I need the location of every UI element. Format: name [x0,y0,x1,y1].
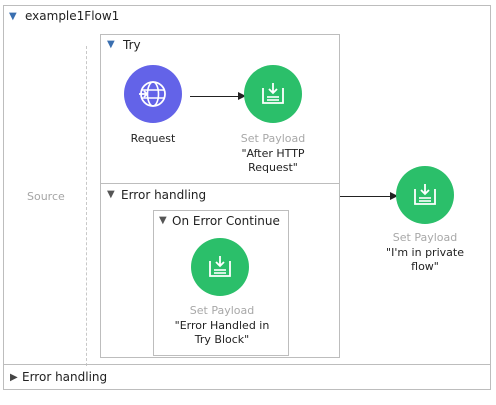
set-payload-private-icon[interactable] [396,166,454,224]
flow-error-handling-label: Error handling [22,370,108,384]
set-payload-icon [262,83,284,104]
flow-error-handling-bar[interactable]: ▶ Error handling [3,364,491,391]
on-error-continue-scope[interactable]: ▼ On Error Continue Set Payload "Error H… [153,210,289,356]
set-payload-icon [209,256,231,277]
set-payload-after-type: Set Payload [240,132,306,145]
globe-icon [139,81,166,107]
try-collapse-caret-icon[interactable]: ▼ [107,39,115,50]
set-payload-after-desc-1: "After HTTP [241,147,305,160]
set-payload-private-desc-2: flow" [411,260,439,273]
set-payload-error-icon[interactable] [191,238,249,296]
try-label: Try [123,38,141,52]
source-divider [86,46,87,366]
connector-request-to-payload [190,96,240,97]
set-payload-error-type: Set Payload [189,304,255,317]
set-payload-error-desc-1: "Error Handled in [174,319,270,332]
error-handling-separator [101,183,339,184]
source-label: Source [27,190,65,203]
set-payload-private-type: Set Payload [392,231,458,244]
request-listener-icon[interactable] [124,65,182,123]
oec-top-dashed-border [154,210,288,211]
flow-container: ▼ example1Flow1 Source ▼ Try Request Set… [3,5,491,390]
error-handling-caret-icon[interactable]: ▼ [107,189,115,200]
flow-header[interactable]: ▼ example1Flow1 [4,6,490,28]
request-type-label: Request [130,132,176,145]
oec-label: On Error Continue [172,214,280,228]
connector-try-to-private-payload [340,196,392,197]
set-payload-private-desc-1: "I'm in private [386,246,464,259]
set-payload-after-icon[interactable] [244,65,302,123]
set-payload-error-desc-2: Try Block" [194,333,250,346]
error-handling-label: Error handling [121,188,207,202]
expand-caret-icon[interactable]: ▶ [10,372,18,383]
try-scope[interactable]: ▼ Try Request Set Payload "After HTTP Re… [100,34,340,358]
flow-title: example1Flow1 [25,9,120,23]
oec-caret-icon[interactable]: ▼ [159,215,167,226]
set-payload-after-desc-2: Request" [248,161,298,174]
set-payload-icon [414,184,436,205]
collapse-caret-icon[interactable]: ▼ [9,11,17,22]
